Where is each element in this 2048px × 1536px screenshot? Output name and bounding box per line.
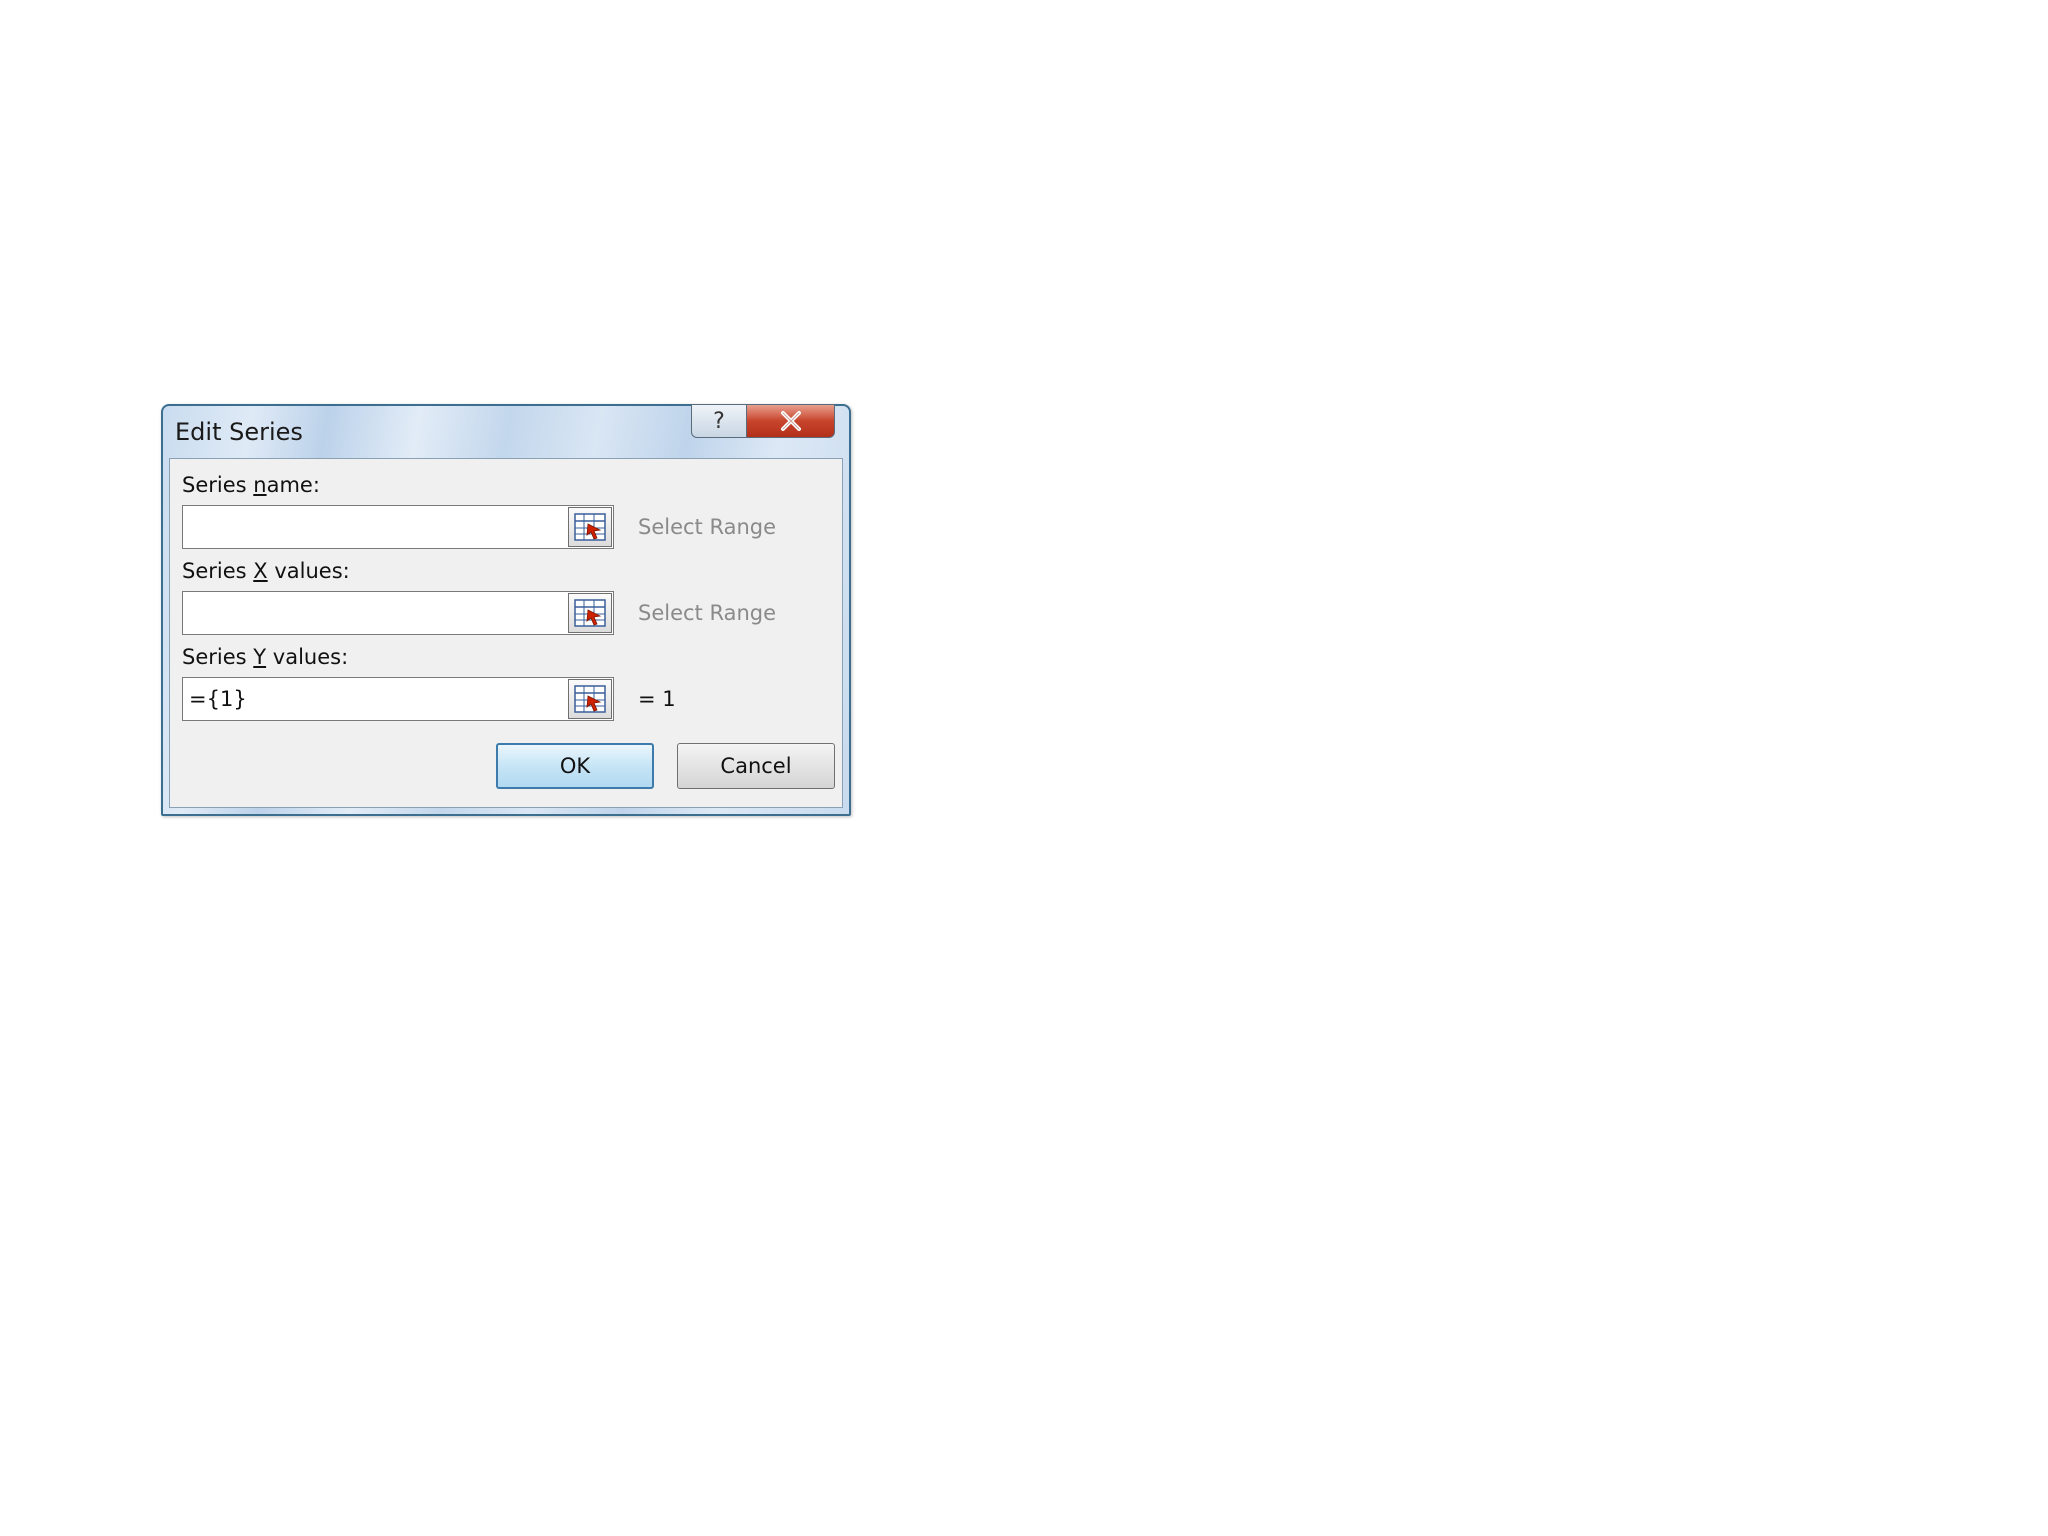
close-icon xyxy=(780,411,801,431)
series-name-label: Series name: xyxy=(182,473,320,497)
help-button[interactable]: ? xyxy=(691,404,747,438)
series-x-field[interactable] xyxy=(182,591,614,635)
series-x-range-button[interactable] xyxy=(568,593,612,633)
help-icon: ? xyxy=(713,408,725,434)
ok-button[interactable]: OK xyxy=(496,743,654,789)
series-name-field[interactable] xyxy=(182,505,614,549)
series-name-range-button[interactable] xyxy=(568,507,612,547)
collapse-dialog-icon xyxy=(574,685,606,713)
series-y-field[interactable]: ={1} xyxy=(182,677,614,721)
collapse-dialog-icon xyxy=(574,513,606,541)
series-x-preview: Select Range xyxy=(638,601,777,625)
collapse-dialog-icon xyxy=(574,599,606,627)
cancel-button[interactable]: Cancel xyxy=(677,743,835,789)
title-bar[interactable]: Edit Series ? xyxy=(163,404,849,458)
dialog-title: Edit Series xyxy=(175,418,303,446)
series-y-range-button[interactable] xyxy=(568,679,612,719)
series-x-label: Series X values: xyxy=(182,559,350,583)
caption-buttons: ? xyxy=(691,404,835,438)
close-button[interactable] xyxy=(747,404,835,438)
dialog-body: Series name: Select Range Series X value… xyxy=(169,458,843,808)
series-name-preview: Select Range xyxy=(638,515,777,539)
series-y-label: Series Y values: xyxy=(182,645,349,669)
series-y-preview: = 1 xyxy=(638,687,676,711)
series-y-value: ={1} xyxy=(189,687,247,711)
edit-series-dialog: Edit Series ? Series name: Select Range … xyxy=(161,404,851,816)
